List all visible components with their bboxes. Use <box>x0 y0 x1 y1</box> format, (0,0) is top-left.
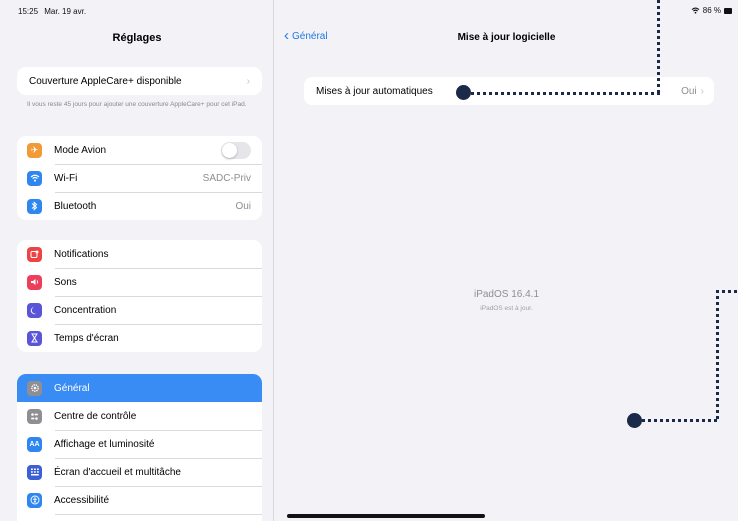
connectivity-group: ✈ Mode Avion Wi-Fi SADC-Priv Bluetooth O… <box>17 136 262 220</box>
sidebar-item-home-screen[interactable]: Écran d'accueil et multitâche <box>17 458 262 486</box>
airplane-icon: ✈ <box>27 142 42 158</box>
home-indicator[interactable] <box>287 514 485 518</box>
callout-line <box>657 0 660 94</box>
sound-icon <box>27 274 42 290</box>
callout-line <box>471 92 661 95</box>
automatic-updates-row[interactable]: Mises à jour automatiques Oui › <box>304 77 714 105</box>
home-screen-icon <box>27 464 42 480</box>
wifi-network-value: SADC-Priv <box>202 172 251 184</box>
sidebar-item-label: Sons <box>54 276 77 288</box>
sidebar-item-label: Accessibilité <box>54 494 110 506</box>
settings-sidebar: 15:25 Mar. 19 avr. Réglages Couverture A… <box>0 0 274 521</box>
status-time: 15:25 <box>18 7 39 16</box>
applecare-label: Couverture AppleCare+ disponible <box>29 75 182 87</box>
software-update-pane: 86 % ‹ Général Mise à jour logicielle Mi… <box>275 0 738 521</box>
sidebar-item-sounds[interactable]: Sons <box>17 268 262 296</box>
sidebar-title: Réglages <box>112 32 162 44</box>
callout-dot <box>456 85 471 100</box>
os-status: iPadOS est à jour. <box>480 305 533 312</box>
general-group: Général Centre de contrôle AA Affichage … <box>17 374 262 521</box>
os-version: iPadOS 16.4.1 <box>473 289 540 300</box>
control-center-icon <box>27 408 42 424</box>
sidebar-item-label: Mode Avion <box>54 144 107 156</box>
wifi-status-icon <box>691 7 700 14</box>
toggle-knob <box>222 142 237 158</box>
sidebar-item-label: Centre de contrôle <box>54 410 137 422</box>
sidebar-item-bluetooth[interactable]: Bluetooth Oui <box>17 192 262 220</box>
battery-percentage: 86 % <box>702 6 721 15</box>
battery-icon <box>724 7 732 14</box>
sidebar-item-label: Concentration <box>54 304 117 316</box>
sidebar-item-label: Écran d'accueil et multitâche <box>54 466 181 478</box>
sidebar-item-label: Temps d'écran <box>54 332 119 344</box>
status-right: 86 % <box>691 6 732 15</box>
sidebar-item-partial[interactable] <box>17 514 262 521</box>
sidebar-item-focus[interactable]: Concentration <box>17 296 262 324</box>
ipad-screen: 15:25 Mar. 19 avr. Réglages Couverture A… <box>0 0 738 521</box>
display-icon: AA <box>27 436 42 452</box>
wifi-icon <box>27 170 42 186</box>
bluetooth-icon <box>27 198 42 214</box>
callout-line <box>642 419 719 422</box>
sidebar-item-label: Notifications <box>54 248 109 260</box>
sidebar-item-control-center[interactable]: Centre de contrôle <box>17 402 262 430</box>
bluetooth-value: Oui <box>235 200 251 212</box>
callout-line <box>716 290 719 422</box>
page-title: Mise à jour logicielle <box>457 32 556 43</box>
sidebar-item-display[interactable]: AA Affichage et luminosité <box>17 430 262 458</box>
accessibility-icon <box>27 492 42 508</box>
sidebar-item-wifi[interactable]: Wi-Fi SADC-Priv <box>17 164 262 192</box>
sidebar-item-accessibility[interactable]: Accessibilité <box>17 486 262 514</box>
sidebar-item-airplane-mode[interactable]: ✈ Mode Avion <box>17 136 262 164</box>
automatic-updates-value: Oui <box>681 85 697 97</box>
notifications-group: Notifications Sons Concentration Temps d… <box>17 240 262 352</box>
moon-icon <box>27 302 42 318</box>
sidebar-item-label: Bluetooth <box>54 200 97 212</box>
applecare-row[interactable]: Couverture AppleCare+ disponible › <box>17 67 262 95</box>
sidebar-item-label: Wi-Fi <box>54 172 78 184</box>
hourglass-icon <box>27 330 42 346</box>
notifications-icon <box>27 246 42 262</box>
chevron-right-icon: › <box>246 75 250 87</box>
applecare-footnote: Il vous reste 45 jours pour ajouter une … <box>27 101 247 108</box>
airplane-mode-toggle[interactable] <box>221 141 251 159</box>
sidebar-item-label: Général <box>54 382 90 394</box>
status-date: Mar. 19 avr. <box>44 7 87 16</box>
sidebar-item-general[interactable]: Général <box>17 374 262 402</box>
applecare-group: Couverture AppleCare+ disponible › <box>17 67 262 95</box>
sidebar-item-notifications[interactable]: Notifications <box>17 240 262 268</box>
chevron-right-icon: › <box>700 85 704 97</box>
gear-icon <box>27 380 42 396</box>
callout-line <box>716 290 738 293</box>
status-time-date: 15:25 Mar. 19 avr. <box>18 7 90 16</box>
sidebar-item-screen-time[interactable]: Temps d'écran <box>17 324 262 352</box>
sidebar-item-label: Affichage et luminosité <box>54 438 155 450</box>
callout-dot <box>627 413 642 428</box>
